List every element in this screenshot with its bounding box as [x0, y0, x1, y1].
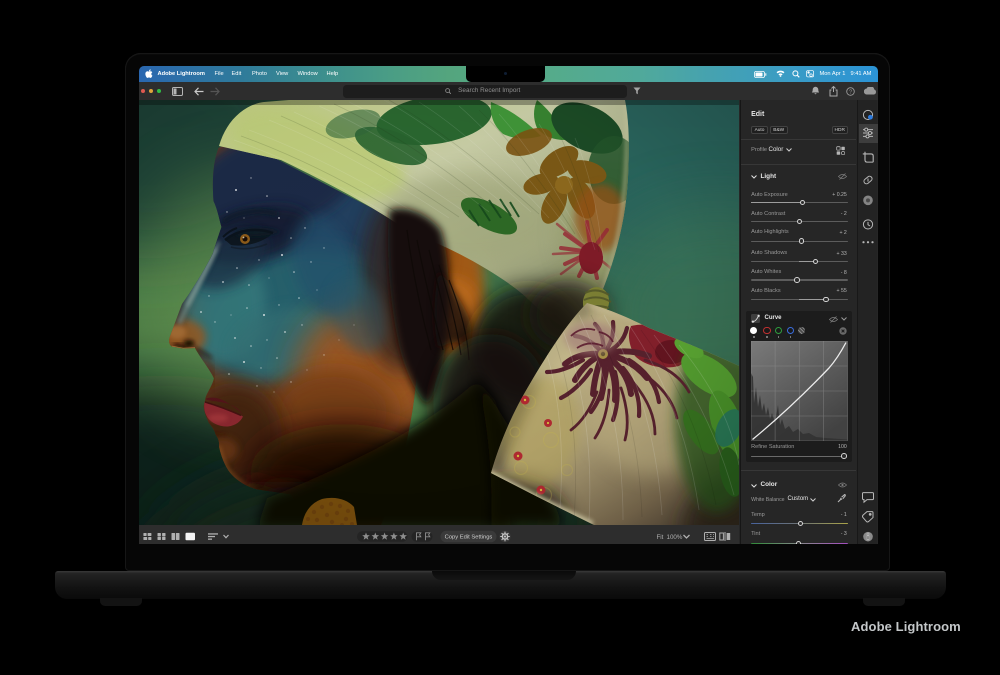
svg-text:?: ?	[849, 89, 852, 95]
svg-text:Copy Edit Settings: Copy Edit Settings	[444, 535, 492, 541]
svg-text:Fit: Fit	[656, 534, 663, 541]
svg-text:100%: 100%	[666, 534, 682, 541]
